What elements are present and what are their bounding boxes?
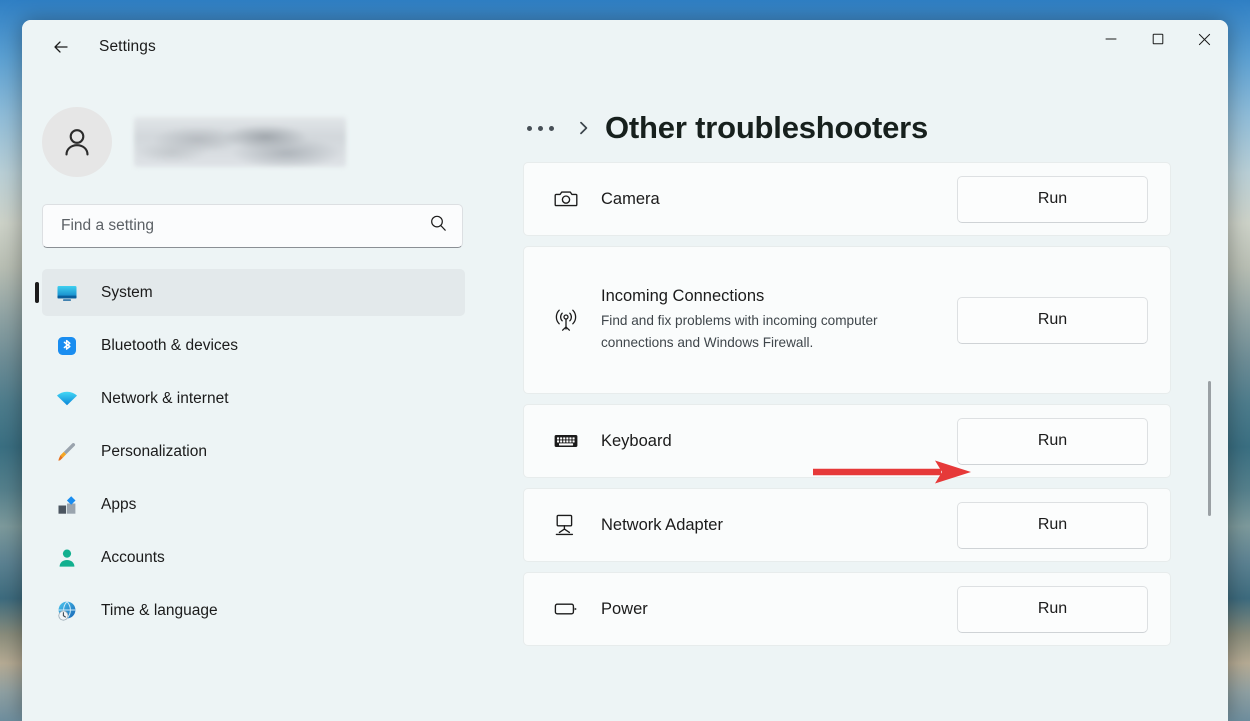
sidebar-item-apps[interactable]: Apps: [42, 481, 465, 528]
sidebar-item-label: Time & language: [101, 601, 218, 619]
sidebar-item-personalization[interactable]: Personalization: [42, 428, 465, 475]
search-box[interactable]: [42, 204, 463, 248]
dot: [527, 125, 532, 131]
run-button-keyboard[interactable]: Run: [957, 417, 1148, 465]
globe-clock-icon: [54, 598, 80, 624]
sidebar-item-label: Accounts: [101, 548, 165, 566]
minimize-icon[interactable]: [1087, 20, 1134, 58]
selection-indicator: [35, 282, 39, 303]
troubleshooter-description: Find and fix problems with incoming comp…: [601, 313, 878, 350]
troubleshooter-name: Power: [601, 599, 648, 618]
sidebar-item-label: System: [101, 283, 153, 301]
troubleshooter-row-camera: Camera Run: [523, 162, 1171, 236]
app-title: Settings: [99, 38, 156, 55]
sidebar-nav: System Bluetooth & devices Network & int…: [22, 269, 485, 634]
run-button-camera[interactable]: Run: [957, 175, 1148, 223]
sidebar-item-label: Network & internet: [101, 389, 229, 407]
accounts-person-icon: [54, 545, 80, 571]
wifi-icon: [54, 386, 80, 412]
dot: [538, 125, 543, 131]
troubleshooter-text: Network Adapter: [601, 516, 957, 535]
monitor-icon: [54, 280, 80, 306]
sidebar-item-bluetooth-devices[interactable]: Bluetooth & devices: [42, 322, 465, 369]
troubleshooter-list: Camera Run Incoming Connections Find and…: [523, 162, 1171, 646]
run-button-power[interactable]: Run: [957, 585, 1148, 633]
troubleshooter-row-keyboard: Keyboard Run: [523, 404, 1171, 478]
troubleshooter-name: Incoming Connections: [601, 287, 765, 306]
broadcast-icon: [550, 306, 582, 334]
vertical-scrollbar[interactable]: [1205, 74, 1215, 721]
troubleshooter-text: Camera: [601, 190, 957, 209]
main-scroll-area: Other troubleshooters Camera Run Incomin…: [485, 74, 1228, 721]
search-icon[interactable]: [429, 214, 448, 238]
profile-section[interactable]: [22, 74, 485, 182]
more-breadcrumb-icon[interactable]: [523, 120, 558, 137]
sidebar-item-label: Personalization: [101, 442, 207, 460]
troubleshooter-text: Keyboard: [601, 432, 957, 451]
network-adapter-icon: [550, 512, 582, 538]
troubleshooter-text: Incoming Connections Find and fix proble…: [601, 287, 957, 353]
search-container: [22, 182, 485, 248]
person-avatar-icon[interactable]: [42, 107, 112, 177]
scrollbar-thumb[interactable]: [1208, 381, 1211, 516]
page-title: Other troubleshooters: [605, 110, 929, 145]
dot: [549, 125, 554, 131]
paintbrush-icon: [54, 439, 80, 465]
sidebar-item-system[interactable]: System: [35, 269, 465, 316]
breadcrumb: Other troubleshooters: [523, 74, 1171, 158]
main-content: Other troubleshooters Camera Run Incomin…: [485, 74, 1228, 721]
apps-icon: [54, 492, 80, 518]
back-arrow-icon[interactable]: [44, 30, 78, 64]
troubleshooter-row-network-adapter: Network Adapter Run: [523, 488, 1171, 562]
troubleshooter-name: Network Adapter: [601, 515, 723, 534]
sidebar-item-time-language[interactable]: Time & language: [42, 587, 465, 634]
sidebar-item-network-internet[interactable]: Network & internet: [42, 375, 465, 422]
window-titlebar: Settings: [22, 20, 1228, 74]
window-controls: [1087, 20, 1228, 74]
sidebar: System Bluetooth & devices: [22, 74, 485, 721]
settings-window: Settings Find a setting System Bluetooth…: [22, 20, 1228, 721]
window-body: System Bluetooth & devices: [22, 74, 1228, 721]
maximize-icon[interactable]: [1134, 20, 1181, 58]
troubleshooter-row-power: Power Run: [523, 572, 1171, 646]
troubleshooter-name: Camera: [601, 189, 660, 208]
search-input[interactable]: [61, 217, 429, 235]
run-button-network-adapter[interactable]: Run: [957, 501, 1148, 549]
desktop-wallpaper: Settings Find a setting System Bluetooth…: [0, 0, 1250, 721]
sidebar-item-label: Bluetooth & devices: [101, 336, 239, 354]
sidebar-item-accounts[interactable]: Accounts: [42, 534, 465, 581]
camera-icon: [550, 186, 582, 212]
close-icon[interactable]: [1181, 20, 1228, 58]
profile-name-redacted: [134, 117, 346, 167]
chevron-right-icon: [576, 119, 591, 137]
sidebar-item-label: Apps: [101, 495, 137, 513]
keyboard-icon: [550, 427, 582, 455]
run-button-incoming-connections[interactable]: Run: [957, 296, 1148, 344]
battery-icon: [550, 595, 582, 623]
troubleshooter-name: Keyboard: [601, 431, 672, 450]
bluetooth-icon: [54, 333, 80, 359]
troubleshooter-row-incoming-connections: Incoming Connections Find and fix proble…: [523, 246, 1171, 394]
troubleshooter-text: Power: [601, 600, 957, 619]
